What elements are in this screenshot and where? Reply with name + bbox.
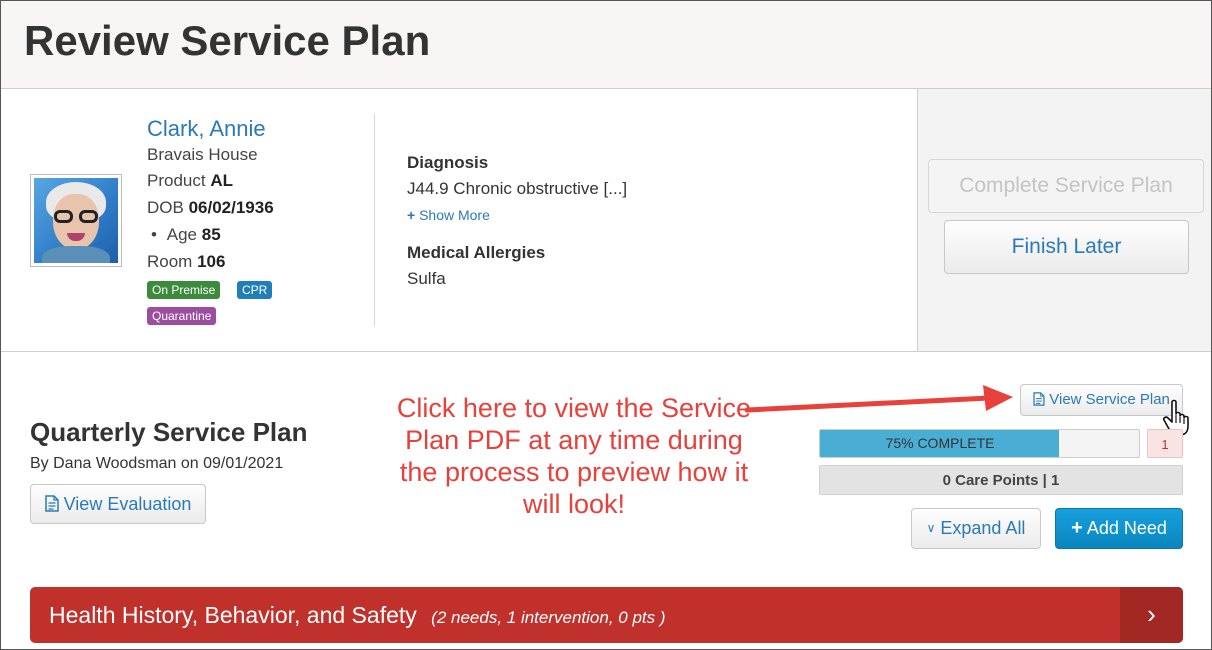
view-evaluation-button[interactable]: View Evaluation [30,484,206,524]
resident-avatar [30,174,122,267]
resident-community: Bravais House [147,145,258,164]
badge-cpr: CPR [237,281,273,299]
finish-later-button[interactable]: Finish Later [944,220,1189,274]
chevron-right-icon[interactable]: › [1120,587,1183,643]
allergies-value: Sulfa [407,269,446,288]
page-title: Review Service Plan [24,17,431,64]
add-need-button[interactable]: + Add Need [1055,508,1183,549]
plus-icon: + [1071,517,1083,539]
expand-all-button[interactable]: ∨ Expand All [911,508,1041,549]
arrow-icon [744,385,1013,413]
plus-icon: + [407,207,416,223]
annotation-callout: Click here to view the Service Plan PDF … [396,393,752,519]
resident-name-link[interactable]: Clark, Annie [147,116,266,142]
chevron-down-icon: ∨ [926,521,936,535]
bullet-icon: • [151,225,157,244]
complete-service-plan-button[interactable]: Complete Service Plan [928,159,1204,213]
badge-on-premise: On Premise [147,281,221,299]
progress-label: 75% COMPLETE [885,435,995,451]
app-frame: Review Service Plan Clark, Annie Bravais… [0,0,1212,650]
plan-title: Quarterly Service Plan [30,417,308,447]
resident-photo [34,178,118,263]
care-points-summary: 0 Care Points | 1 [819,465,1183,495]
document-icon [44,495,59,512]
resident-room: Room 106 [147,252,226,271]
badge-quarantine: Quarantine [147,307,217,325]
page-header: Review Service Plan [1,1,1211,89]
panel-divider [374,114,375,326]
resident-product: Product AL [147,171,233,190]
resident-age: • Age 85 [151,225,221,244]
allergies-label: Medical Allergies [407,243,546,262]
progress-bar: 75% COMPLETE [819,429,1140,458]
need-section-title: Health History, Behavior, and Safety (2 … [49,602,666,628]
need-section-summary: (2 needs, 1 intervention, 0 pts ) [431,608,666,627]
diagnosis-label: Diagnosis [407,153,489,172]
need-section-header[interactable]: Health History, Behavior, and Safety (2 … [30,587,1183,643]
document-icon [1033,392,1045,406]
view-service-plan-button[interactable]: View Service Plan [1020,384,1183,416]
resident-dob: DOB 06/02/1936 [147,198,274,217]
show-more-link[interactable]: + Show More [407,207,490,223]
remaining-count-badge: 1 [1147,429,1183,458]
diagnosis-value: J44.9 Chronic obstructive [...] [407,179,628,198]
plan-author-line: By Dana Woodsman on 09/01/2021 [30,455,284,472]
